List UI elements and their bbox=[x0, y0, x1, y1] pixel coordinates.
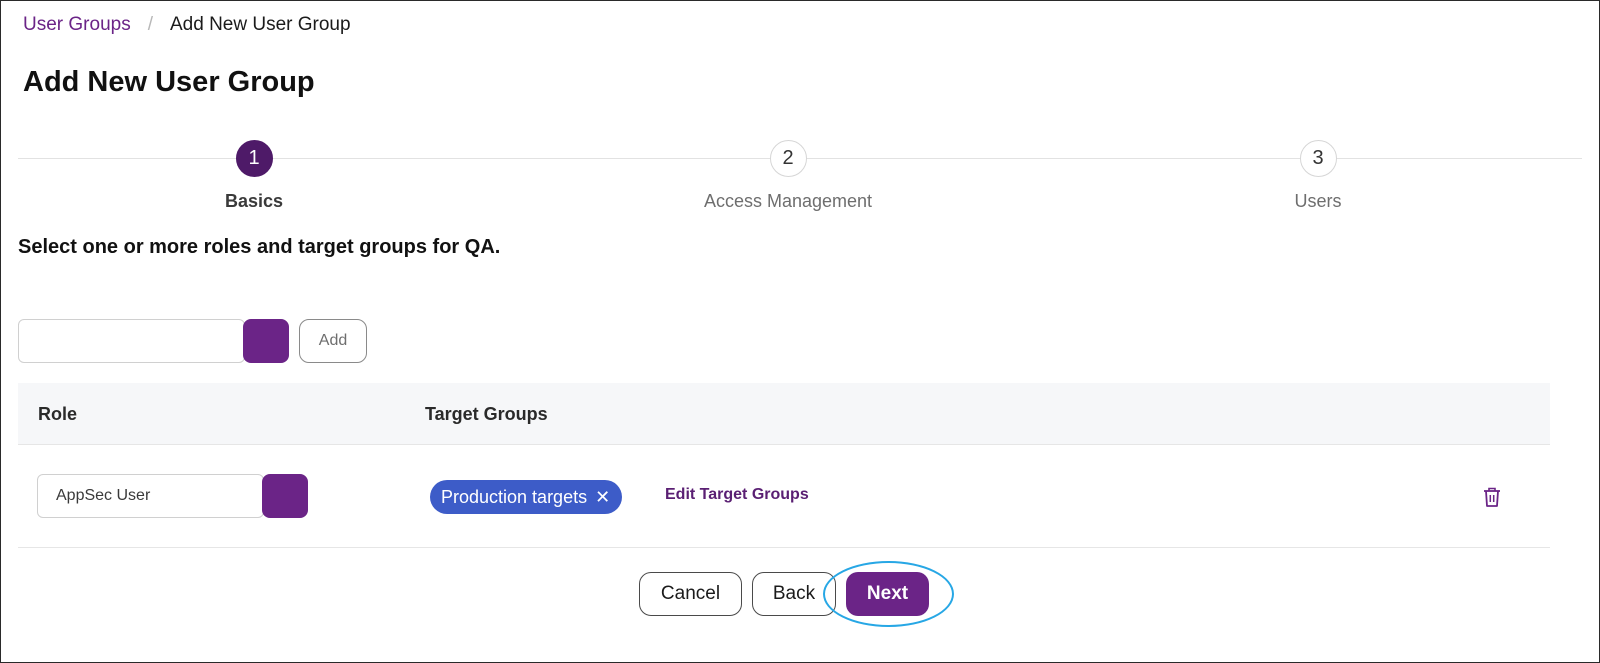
instruction-text: Select one or more roles and target grou… bbox=[18, 236, 501, 258]
target-group-chip: Production targets ✕ bbox=[430, 480, 623, 514]
close-icon[interactable]: ✕ bbox=[595, 488, 610, 506]
table-header: Role Target Groups bbox=[18, 383, 1550, 445]
step-number-2: 2 bbox=[769, 140, 807, 177]
step-basics[interactable]: 1 Basics bbox=[124, 140, 384, 212]
breadcrumb-separator: / bbox=[147, 14, 153, 35]
breadcrumb-user-groups-link[interactable]: User Groups bbox=[23, 14, 131, 36]
edit-target-groups-link[interactable]: Edit Target Groups bbox=[665, 486, 809, 504]
breadcrumb-current: Add New User Group bbox=[169, 14, 351, 35]
page-title: Add New User Group bbox=[23, 66, 315, 98]
trash-icon[interactable] bbox=[1482, 486, 1502, 508]
breadcrumb: User Groups / Add New User Group bbox=[23, 14, 351, 36]
row-role-dropdown-button[interactable] bbox=[262, 474, 308, 518]
next-button-highlight bbox=[823, 561, 954, 627]
role-select-input[interactable] bbox=[18, 319, 245, 363]
cancel-button[interactable]: Cancel bbox=[639, 572, 742, 616]
step-label-access-management: Access Management bbox=[703, 191, 873, 211]
row-role-select[interactable]: AppSec User bbox=[37, 474, 264, 518]
column-header-target-groups: Target Groups bbox=[425, 404, 548, 424]
step-label-basics: Basics bbox=[224, 191, 284, 211]
step-access-management[interactable]: 2 Access Management bbox=[658, 140, 918, 212]
chip-label: Production targets bbox=[441, 486, 588, 507]
step-users[interactable]: 3 Users bbox=[1188, 140, 1448, 212]
table-row: AppSec User Production targets ✕ Edit Ta… bbox=[18, 446, 1550, 548]
step-number-3: 3 bbox=[1299, 140, 1337, 177]
column-header-role: Role bbox=[38, 404, 78, 424]
step-number-1: 1 bbox=[235, 140, 273, 177]
step-label-users: Users bbox=[1294, 191, 1342, 211]
role-dropdown-button[interactable] bbox=[243, 319, 289, 363]
add-role-button[interactable]: Add bbox=[299, 319, 367, 363]
